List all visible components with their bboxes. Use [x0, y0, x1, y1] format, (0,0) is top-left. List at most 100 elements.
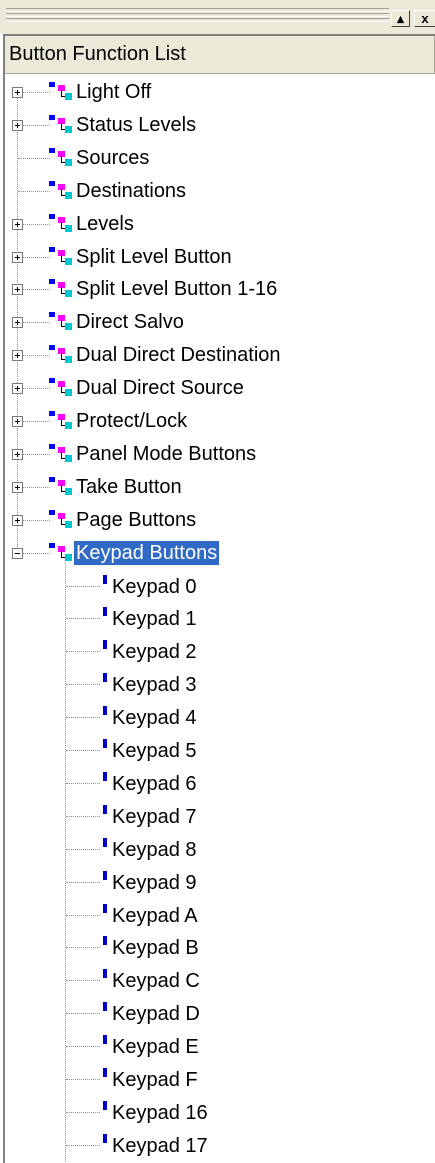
function-group-icon — [49, 245, 75, 269]
function-group-icon — [49, 541, 75, 565]
drag-grip[interactable] — [6, 13, 389, 17]
tree-node[interactable]: Light Off — [5, 80, 435, 113]
tree-leaf-item[interactable]: Keypad 7 — [5, 804, 435, 837]
function-group-icon — [49, 310, 75, 334]
function-group-icon — [49, 80, 75, 104]
tree-leaf-item[interactable]: Keypad 3 — [5, 672, 435, 705]
button-function-icon — [103, 837, 107, 847]
tree-node[interactable]: Page Buttons — [5, 508, 435, 541]
tree-node[interactable]: Levels — [5, 212, 435, 245]
tree-leaf-item[interactable]: Keypad 0 — [5, 574, 435, 607]
tree-leaf-label: Keypad 8 — [112, 838, 197, 861]
tree-leaf-item[interactable]: Keypad 8 — [5, 837, 435, 870]
button-function-icon — [103, 607, 107, 617]
close-button[interactable]: x — [414, 10, 435, 27]
tree-connector-line — [66, 1046, 100, 1048]
expand-plus-icon[interactable] — [12, 448, 23, 460]
tree-leaf-label: Keypad 4 — [112, 707, 197, 730]
button-function-icon — [103, 640, 107, 650]
tree-connector-line — [66, 980, 100, 982]
tree-node[interactable]: Keypad Buttons — [5, 539, 435, 574]
expand-plus-icon[interactable] — [12, 481, 23, 493]
expand-plus-icon[interactable] — [12, 119, 23, 131]
tree-node[interactable]: Panel Mode Buttons — [5, 442, 435, 475]
tree-node[interactable]: Split Level Button — [5, 245, 435, 278]
tree-node[interactable]: Dual Direct Destination — [5, 343, 435, 376]
tree-leaf-item[interactable]: Keypad A — [5, 903, 435, 936]
function-group-icon — [49, 475, 75, 499]
restore-button[interactable]: ▴ — [391, 10, 410, 27]
tree-node-label: Take Button — [76, 475, 182, 498]
tree-node[interactable]: Dual Direct Source — [5, 376, 435, 409]
expand-plus-icon[interactable] — [12, 87, 23, 98]
tree-node[interactable]: Take Button — [5, 475, 435, 508]
collapse-minus-icon[interactable] — [12, 547, 23, 559]
expand-plus-icon[interactable] — [12, 416, 23, 427]
tree-connector-line — [66, 651, 100, 653]
tree-node[interactable]: Sources — [5, 146, 435, 179]
tree-node-label: Sources — [76, 146, 150, 169]
tree-leaf-item[interactable]: Keypad 9 — [5, 870, 435, 903]
tree-node-label: Split Level Button 1-16 — [76, 278, 278, 301]
tree-leaf-label: Keypad C — [112, 970, 200, 993]
expand-plus-icon[interactable] — [12, 514, 23, 526]
tree-connector-line — [66, 914, 100, 916]
tree-connector-line — [66, 750, 100, 751]
tree-leaf-label: Keypad B — [112, 937, 199, 960]
tree-leaf-item[interactable]: Keypad C — [5, 968, 435, 1001]
tree-leaf-item[interactable]: Keypad 16 — [5, 1100, 435, 1133]
tree-leaf-label: Keypad 5 — [112, 740, 197, 762]
tree-node-label: Split Level Button — [76, 245, 232, 268]
tree-leaf-item[interactable]: Keypad E — [5, 1034, 435, 1067]
tree-node[interactable]: Status Levels — [5, 113, 435, 146]
tree-leaf-item[interactable]: Keypad B — [5, 935, 435, 968]
tree-leaf-item[interactable]: Keypad 17 — [5, 1133, 435, 1163]
expand-plus-icon[interactable] — [12, 218, 23, 230]
tree-leaf-label: Keypad 7 — [112, 805, 197, 828]
expand-plus-icon[interactable] — [12, 317, 23, 329]
tree-leaf-item[interactable]: Keypad 1 — [5, 606, 435, 639]
button-function-icon — [103, 1035, 107, 1045]
drag-grip[interactable] — [6, 8, 389, 12]
function-group-icon — [49, 409, 75, 433]
tree-node-label: Levels — [76, 212, 134, 235]
expand-plus-icon[interactable] — [12, 350, 23, 362]
button-function-icon — [103, 1100, 107, 1110]
tree-leaf-item[interactable]: Keypad 6 — [5, 771, 435, 804]
function-group-icon — [49, 343, 75, 367]
tree-view[interactable]: Light Off Status Levels Sources Destination… — [5, 74, 435, 1163]
function-group-icon — [49, 442, 75, 466]
button-function-icon — [103, 969, 107, 979]
tree-connector-line — [66, 717, 100, 719]
tree-connector-line — [66, 1111, 100, 1113]
tree-node[interactable]: Direct Salvo — [5, 310, 435, 343]
tree-leaf-label: Keypad 1 — [112, 608, 197, 631]
drag-grip[interactable] — [6, 18, 389, 22]
function-group-icon — [49, 146, 75, 170]
tree-node-label: Dual Direct Source — [76, 377, 244, 400]
expand-plus-icon[interactable] — [12, 284, 23, 296]
tree-node[interactable]: Split Level Button 1-16 — [5, 277, 435, 310]
column-header[interactable]: Button Function List — [5, 36, 435, 74]
function-group-icon — [49, 508, 75, 532]
tree-connector-line — [66, 782, 100, 784]
function-group-icon — [49, 113, 75, 137]
tree-connector-line — [66, 815, 100, 817]
button-function-icon — [103, 804, 107, 814]
tree-leaf-item[interactable]: Keypad 4 — [5, 705, 435, 738]
button-function-icon — [103, 903, 107, 913]
tree-connector-line — [66, 848, 100, 850]
tree-leaf-item[interactable]: Keypad D — [5, 1001, 435, 1034]
expand-plus-icon[interactable] — [12, 383, 23, 395]
expand-plus-icon[interactable] — [12, 251, 23, 263]
tree-leaf-label: Keypad A — [112, 904, 198, 927]
tree-leaf-label: Keypad 6 — [112, 772, 197, 795]
tree-connector-line — [66, 1079, 100, 1080]
tree-leaf-item[interactable]: Keypad F — [5, 1067, 435, 1100]
tree-node[interactable]: Protect/Lock — [5, 409, 435, 442]
tree-node[interactable]: Destinations — [5, 179, 435, 212]
tree-leaf-item[interactable]: Keypad 5 — [5, 738, 435, 771]
tree-leaf-item[interactable]: Keypad 2 — [5, 639, 435, 672]
button-function-icon — [103, 706, 107, 716]
tree-node-label: Panel Mode Buttons — [76, 442, 257, 465]
